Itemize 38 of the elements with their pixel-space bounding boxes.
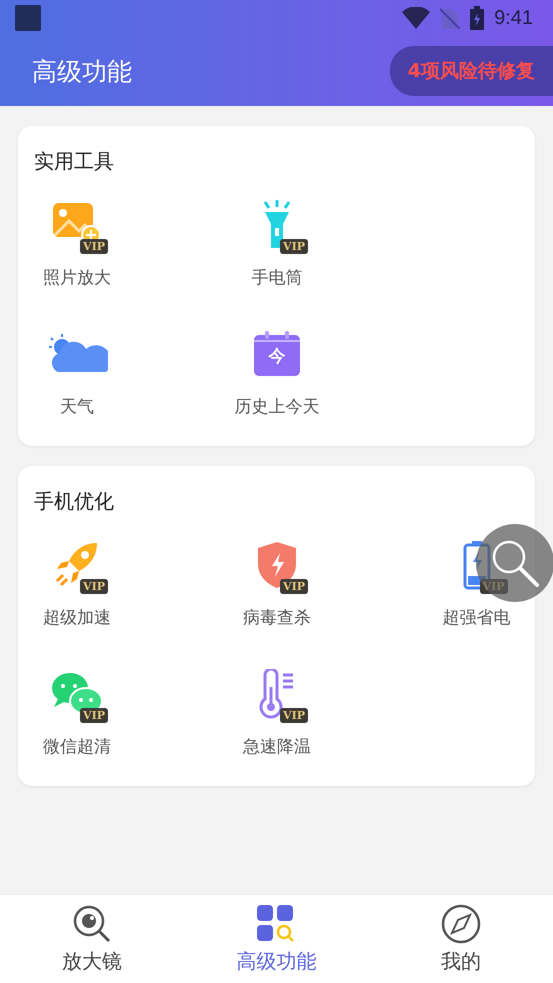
tool-tile[interactable]: VIP (246, 663, 308, 725)
magnifier-icon (72, 904, 112, 944)
tool-label: 历史上今天 (234, 396, 320, 418)
vip-badge: VIP (280, 239, 308, 254)
tool-label: 急速降温 (243, 736, 311, 758)
vip-badge: VIP (80, 579, 108, 594)
vip-badge: VIP (80, 708, 108, 723)
clock-time: 9:41 (494, 6, 533, 30)
page-title: 高级功能 (32, 56, 132, 88)
vip-badge: VIP (280, 708, 308, 723)
wifi-icon (402, 7, 430, 29)
vip-badge: VIP (280, 579, 308, 594)
apps-search-icon (256, 904, 296, 944)
tool-tile[interactable]: VIP (46, 663, 108, 725)
section-title: 实用工具 (33, 148, 115, 175)
no-sim-icon (440, 7, 460, 29)
nav-tab[interactable]: 放大镜 (0, 895, 184, 983)
tool-label: 手电筒 (252, 267, 302, 289)
section-title: 手机优化 (33, 488, 115, 515)
tool-label: 微信超清 (43, 736, 111, 758)
tool-tile[interactable]: VIP (246, 534, 308, 596)
tool-label: 超强省电 (442, 607, 510, 629)
tool-tile[interactable]: VIP (46, 194, 108, 256)
tool-label: 病毒查杀 (243, 607, 311, 629)
vip-badge: VIP (80, 239, 108, 254)
tool-label: 照片放大 (43, 267, 111, 289)
calendar-glyph: 今 (268, 346, 286, 368)
tool-tile[interactable]: 今 (246, 323, 308, 385)
app-square-icon (15, 5, 41, 31)
calendar-icon (253, 331, 301, 377)
compass-icon (440, 904, 481, 944)
tool-tile[interactable]: VIP (46, 534, 108, 596)
battery-charging-icon (470, 6, 484, 30)
nav-tab[interactable]: 高级功能 (184, 895, 369, 983)
tool-label: 天气 (60, 396, 94, 418)
tool-tile[interactable]: VIP (246, 194, 308, 256)
nav-tab[interactable]: 我的 (368, 895, 553, 983)
tool-label: 超级加速 (43, 607, 111, 629)
